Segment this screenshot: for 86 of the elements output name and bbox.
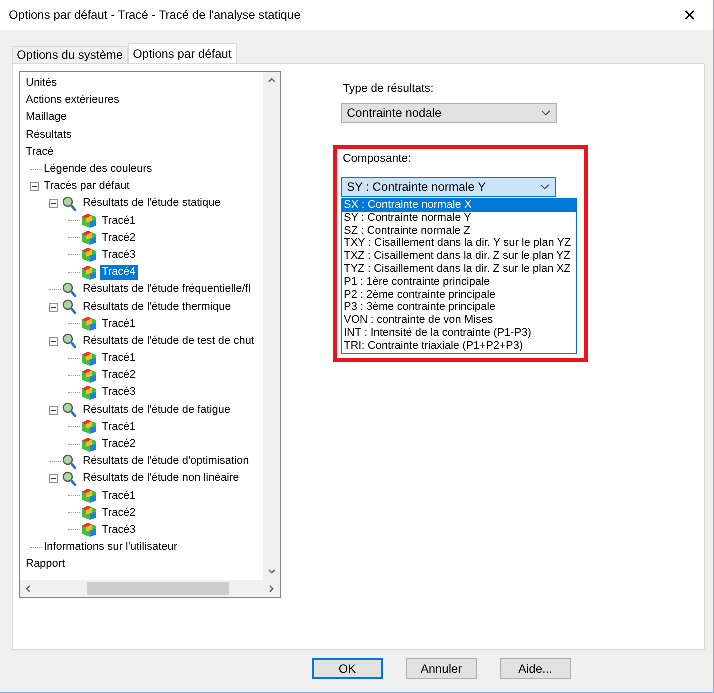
- tree-item[interactable]: Tracé1: [100, 488, 138, 504]
- dialog-button[interactable]: Annuler: [406, 658, 477, 679]
- colored-block-icon: [80, 488, 98, 504]
- colored-block-icon: [80, 350, 98, 367]
- scroll-left-icon[interactable]: [26, 584, 31, 592]
- dropdown[interactable]: Contrainte nodale: [341, 103, 557, 123]
- magnifier-icon: [61, 333, 79, 350]
- tree-item[interactable]: Tracé4: [100, 265, 138, 280]
- scroll-right-icon[interactable]: [269, 584, 274, 592]
- tree-item[interactable]: Informations sur l'utilisateur: [42, 540, 180, 556]
- tree-item[interactable]: Tracé3: [100, 522, 138, 538]
- collapse-toggle[interactable]: [49, 474, 61, 484]
- tree-item[interactable]: Actions extérieures: [24, 93, 122, 108]
- dropdown-option[interactable]: P2 : 2ème contrainte principale: [342, 288, 576, 302]
- collapse-toggle[interactable]: [30, 182, 42, 192]
- dropdown-option[interactable]: SZ : Contrainte normale Z: [342, 224, 576, 238]
- close-button[interactable]: ✕: [667, 0, 713, 30]
- collapse-toggle[interactable]: [49, 302, 61, 312]
- field-label: Type de résultats:: [343, 83, 435, 95]
- dropdown-option[interactable]: VON : contrainte de von Mises: [342, 314, 576, 327]
- dropdown-option[interactable]: INT : Intensité de la contrainte (P1-P3): [342, 326, 576, 340]
- tree-item[interactable]: Résultats de l'étude de fatigue: [81, 402, 233, 418]
- colored-block-icon: [80, 368, 98, 384]
- tree-item[interactable]: Tracé2: [100, 437, 138, 452]
- tree-item[interactable]: Résultats de l'étude thermique: [81, 300, 234, 315]
- tree-item[interactable]: Résultats: [24, 128, 74, 143]
- tree-item[interactable]: Tracé3: [100, 248, 138, 263]
- tree-item[interactable]: Résultats de l'étude non linéaire: [81, 471, 242, 486]
- magnifier-icon: [61, 454, 79, 470]
- tree-item[interactable]: Unités: [24, 76, 60, 92]
- colored-block-icon: [80, 384, 98, 401]
- colored-block-icon: [80, 213, 98, 230]
- tab[interactable]: Options par défaut: [128, 43, 237, 63]
- tree-item[interactable]: Maillage: [24, 110, 69, 126]
- magnifier-icon: [61, 196, 79, 212]
- colored-block-icon: [80, 230, 98, 246]
- scroll-up-icon[interactable]: [268, 78, 276, 83]
- window-title: Options par défaut - Tracé - Tracé de l'analyse statique: [9, 8, 301, 22]
- tree-item[interactable]: Tracé2: [100, 368, 138, 384]
- tab[interactable]: Options du système: [12, 46, 128, 63]
- collapse-toggle[interactable]: [49, 406, 61, 415]
- colored-block-icon: [80, 505, 98, 522]
- scroll-down-icon[interactable]: [268, 569, 276, 574]
- dropdown[interactable]: SY : Contrainte normale Y: [341, 177, 556, 197]
- tree-item[interactable]: Tracé1: [100, 420, 138, 435]
- dropdown-option[interactable]: SY : Contrainte normale Y: [342, 212, 576, 225]
- tree-item[interactable]: Résultats de l'étude fréquentielle/fl: [81, 282, 253, 298]
- dialog-button[interactable]: OK: [312, 658, 383, 679]
- tree-item[interactable]: Légende des couleurs: [42, 162, 154, 178]
- dialog-button[interactable]: Aide...: [500, 658, 571, 679]
- magnifier-icon: [61, 402, 79, 418]
- collapse-toggle[interactable]: [49, 336, 61, 346]
- collapse-toggle[interactable]: [49, 199, 61, 208]
- dropdown-option[interactable]: TXZ : Cisaillement dans la dir. Z sur le plan YZ: [342, 250, 576, 263]
- dropdown-option[interactable]: TYZ : Cisaillement dans la dir. Z sur le plan XZ: [342, 262, 576, 276]
- tree-item[interactable]: Tracé1: [100, 316, 138, 332]
- dropdown-option[interactable]: SX : Contrainte normale X: [342, 199, 576, 212]
- field-label: Composante:: [343, 153, 412, 165]
- colored-block-icon: [80, 522, 98, 538]
- colored-block-icon: [80, 316, 98, 332]
- chevron-down-icon: [541, 110, 551, 116]
- colored-block-icon: [80, 247, 98, 264]
- dropdown-option[interactable]: P1 : 1ère contrainte principale: [342, 276, 576, 289]
- tree-item[interactable]: Résultats de l'étude statique: [81, 196, 223, 212]
- tree-item[interactable]: Tracé1: [100, 351, 138, 366]
- dropdown-option[interactable]: TRI: Contrainte triaxiale (P1+P2+P3): [342, 340, 576, 353]
- tree-item[interactable]: Tracé2: [100, 506, 138, 521]
- tree-item[interactable]: Tracé: [24, 144, 56, 160]
- tree-item[interactable]: Résultats de l'étude de test de chut: [81, 334, 256, 349]
- vertical-scrollbar[interactable]: [263, 72, 280, 580]
- tree-item[interactable]: Tracé1: [100, 214, 138, 229]
- magnifier-icon: [61, 282, 79, 298]
- horizontal-scrollbar[interactable]: [20, 580, 280, 597]
- colored-block-icon: [80, 436, 98, 453]
- tree-item[interactable]: Rapport: [24, 557, 68, 572]
- tree-item[interactable]: Tracé2: [100, 230, 138, 246]
- colored-block-icon: [80, 264, 98, 281]
- colored-block-icon: [80, 419, 98, 436]
- magnifier-icon: [61, 299, 79, 316]
- dropdown-option[interactable]: TXY : Cisaillement dans la dir. Y sur le plan YZ: [342, 237, 576, 250]
- chevron-down-icon: [540, 184, 550, 190]
- magnifier-icon: [61, 470, 79, 487]
- dropdown-option[interactable]: P3 : 3ème contrainte principale: [342, 301, 576, 314]
- tree-item[interactable]: Tracés par défaut: [42, 179, 132, 194]
- tree-item[interactable]: Tracé3: [100, 385, 138, 400]
- tree-item[interactable]: Résultats de l'étude d'optimisation: [81, 454, 252, 470]
